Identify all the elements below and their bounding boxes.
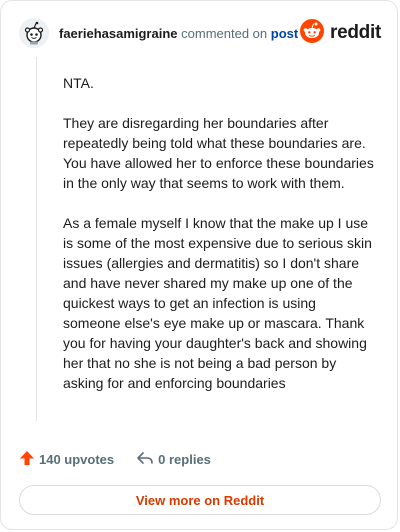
comment-card: faeriehasamigraine commented on post red… [0, 0, 398, 530]
reply-button[interactable]: 0 replies [136, 450, 211, 469]
upvote-arrow-icon [19, 450, 35, 469]
comment-paragraph: NTA. [63, 75, 94, 91]
snoo-avatar-icon[interactable] [19, 18, 49, 48]
comment-body: NTA. They are disregarding her boundarie… [63, 73, 375, 413]
reply-arrow-icon [136, 450, 154, 469]
comment-paragraph: As a female myself I know that the make … [63, 215, 372, 391]
reddit-brand[interactable]: reddit [300, 18, 381, 48]
view-more-button[interactable]: View more on Reddit [19, 485, 381, 515]
reddit-logo-icon [300, 18, 325, 48]
reddit-wordmark: reddit [330, 22, 381, 43]
comment-actions: 140 upvotes 0 replies [19, 450, 211, 469]
comment-byline: faeriehasamigraine commented on post [59, 26, 300, 41]
reply-count: 0 replies [158, 452, 211, 467]
upvote-count: 140 upvotes [39, 452, 115, 467]
comment-header: faeriehasamigraine commented on post red… [19, 15, 381, 51]
upvote-button[interactable]: 140 upvotes [19, 450, 114, 469]
thread-line [36, 57, 37, 421]
post-link[interactable]: post [271, 26, 298, 41]
username-link[interactable]: faeriehasamigraine [59, 26, 178, 41]
comment-paragraph: They are disregarding her boundaries aft… [63, 115, 374, 191]
byline-verb: commented on [181, 25, 268, 41]
